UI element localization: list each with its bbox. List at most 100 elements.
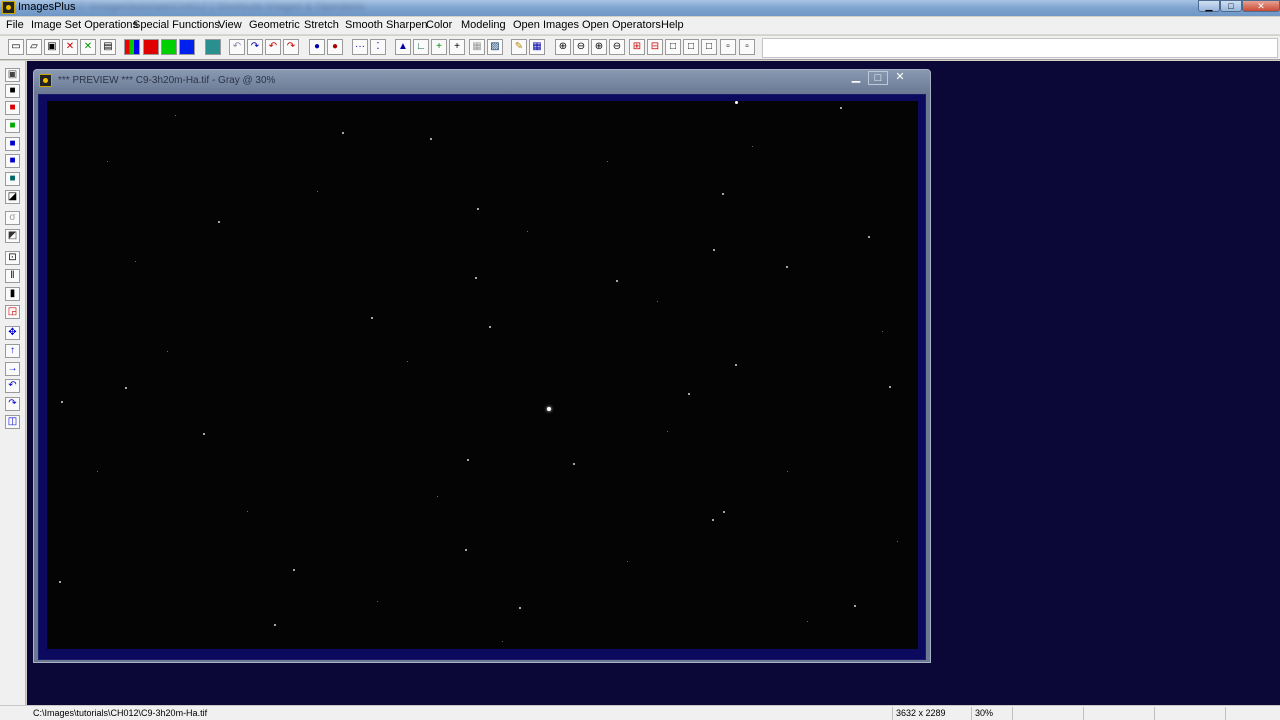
menu-special-functions[interactable]: Special Functions xyxy=(133,19,220,31)
star xyxy=(218,221,220,223)
gradient-icon[interactable]: ◩ xyxy=(5,229,20,243)
star xyxy=(840,107,842,109)
menu-open-operators[interactable]: Open Operators xyxy=(582,19,661,31)
blue-channel-icon[interactable] xyxy=(179,39,195,55)
expand-red-icon[interactable]: ⊞ xyxy=(629,39,645,55)
star xyxy=(135,261,136,262)
star xyxy=(125,387,127,389)
arrow-right-icon[interactable]: → xyxy=(5,362,20,376)
close-all-icon[interactable]: ✕ xyxy=(80,39,96,55)
black-white-icon[interactable]: ◪ xyxy=(5,190,20,204)
grid-disabled-icon[interactable]: ▦ xyxy=(469,39,485,55)
black-green-icon[interactable]: ■ xyxy=(5,119,20,133)
dotted-points-icon[interactable]: ⁚ xyxy=(370,39,386,55)
move-icon[interactable]: ✥ xyxy=(5,326,20,340)
title-bar: ImagesPlus [ C:\Images\tutorials\CH012 ]… xyxy=(0,0,1280,16)
preview-window-title-bar[interactable]: *** PREVIEW *** C9-3h20m-Ha.tif - Gray @… xyxy=(34,70,930,92)
undo-disabled-icon[interactable]: ↶ xyxy=(229,39,245,55)
green-channel-icon[interactable] xyxy=(161,39,177,55)
menu-stretch[interactable]: Stretch xyxy=(304,19,339,31)
star xyxy=(175,115,176,116)
histogram-icon[interactable]: ▲ xyxy=(395,39,411,55)
rotate-right-icon[interactable]: ↷ xyxy=(5,397,20,411)
menu-image-set-operations[interactable]: Image Set Operations xyxy=(31,19,138,31)
menu-geometric[interactable]: Geometric xyxy=(249,19,300,31)
status-panel-empty xyxy=(1083,707,1153,720)
menu-view[interactable]: View xyxy=(218,19,242,31)
zoom-fit-icon[interactable]: ⊕ xyxy=(591,39,607,55)
star xyxy=(752,146,753,147)
menu-open-images[interactable]: Open Images xyxy=(513,19,579,31)
open-folder-icon[interactable]: ▱ xyxy=(26,39,42,55)
new-file-icon[interactable]: ▭ xyxy=(8,39,24,55)
black-teal-icon[interactable]: ■ xyxy=(5,172,20,186)
star xyxy=(787,471,788,472)
star xyxy=(489,326,491,328)
preview-close-button[interactable]: ✕ xyxy=(890,71,910,85)
zoom-in-icon[interactable]: ⊕ xyxy=(555,39,571,55)
shrink-red-icon[interactable]: ⊟ xyxy=(647,39,663,55)
title-bar-blurred-text: [ C:\Images\tutorials\CH012 ] Shortcuts … xyxy=(72,1,365,13)
save-tool-icon[interactable]: ▣ xyxy=(5,68,20,82)
rgb-channels-icon[interactable] xyxy=(124,39,140,55)
preview-app-icon xyxy=(39,74,52,87)
menu-help[interactable]: Help xyxy=(661,19,684,31)
point-red-icon[interactable]: ● xyxy=(327,39,343,55)
crop-red-icon[interactable]: ◲ xyxy=(5,305,20,319)
black-blue-icon[interactable]: ■ xyxy=(5,137,20,151)
crosshair-green-icon[interactable]: + xyxy=(431,39,447,55)
frame-point-icon[interactable]: ⊡ xyxy=(5,251,20,265)
status-panel-empty xyxy=(1012,707,1082,720)
star xyxy=(477,208,479,210)
bars-icon[interactable]: ‖ xyxy=(5,269,20,283)
luminance-icon[interactable] xyxy=(205,39,221,55)
curve-disabled-icon[interactable]: σ xyxy=(5,211,20,225)
crosshair-icon[interactable]: + xyxy=(449,39,465,55)
red-channel-icon[interactable] xyxy=(143,39,159,55)
window-small-icon[interactable]: □ xyxy=(701,39,717,55)
black-red-icon[interactable]: ■ xyxy=(5,101,20,115)
undo-red-icon[interactable]: ↶ xyxy=(265,39,281,55)
status-panel-empty xyxy=(1225,707,1280,720)
black-blue-2-icon[interactable]: ■ xyxy=(5,154,20,168)
star xyxy=(547,407,551,411)
point-blue-icon[interactable]: ● xyxy=(309,39,325,55)
redo-icon[interactable]: ↷ xyxy=(247,39,263,55)
close-image-icon[interactable]: ✕ xyxy=(62,39,78,55)
menu-smooth-sharpen[interactable]: Smooth Sharpen xyxy=(345,19,428,31)
maximize-button[interactable]: □ xyxy=(1220,0,1242,12)
star xyxy=(502,641,503,642)
window-large-icon[interactable]: □ xyxy=(665,39,681,55)
window-smallest-icon[interactable]: ▫ xyxy=(739,39,755,55)
window-medium-icon[interactable]: □ xyxy=(683,39,699,55)
zoom-out-icon[interactable]: ⊖ xyxy=(573,39,589,55)
menu-color[interactable]: Color xyxy=(426,19,452,31)
redo-red-icon[interactable]: ↷ xyxy=(283,39,299,55)
copy-window-icon[interactable]: ▤ xyxy=(100,39,116,55)
grid-icon[interactable]: ▦ xyxy=(529,39,545,55)
star xyxy=(627,561,628,562)
arrow-up-icon[interactable]: ↑ xyxy=(5,344,20,358)
window-smaller-icon[interactable]: ▫ xyxy=(720,39,736,55)
zoom-actual-icon[interactable]: ⊖ xyxy=(609,39,625,55)
menu-bar: File Image Set Operations Special Functi… xyxy=(0,17,1280,35)
image-canvas[interactable] xyxy=(47,101,918,649)
image-edit-icon[interactable]: ▨ xyxy=(487,39,503,55)
black-square-icon[interactable]: ■ xyxy=(5,84,20,98)
star xyxy=(854,605,856,607)
axis-icon[interactable]: ∟ xyxy=(413,39,429,55)
star xyxy=(735,101,738,104)
preview-minimize-button[interactable]: ▁ xyxy=(846,71,866,85)
pencil-icon[interactable]: ✎ xyxy=(511,39,527,55)
black-bar-icon[interactable]: ▮ xyxy=(5,287,20,301)
menu-modeling[interactable]: Modeling xyxy=(461,19,506,31)
flip-icon[interactable]: ◫ xyxy=(5,415,20,429)
preview-maximize-button[interactable]: □ xyxy=(868,71,888,85)
close-button[interactable]: ✕ xyxy=(1242,0,1280,12)
star xyxy=(107,161,108,162)
rotate-left-icon[interactable]: ↶ xyxy=(5,379,20,393)
menu-file[interactable]: File xyxy=(6,19,24,31)
dotted-line-icon[interactable]: ··· xyxy=(352,39,368,55)
minimize-button[interactable]: ▁ xyxy=(1198,0,1220,12)
save-icon[interactable]: ▣ xyxy=(44,39,60,55)
